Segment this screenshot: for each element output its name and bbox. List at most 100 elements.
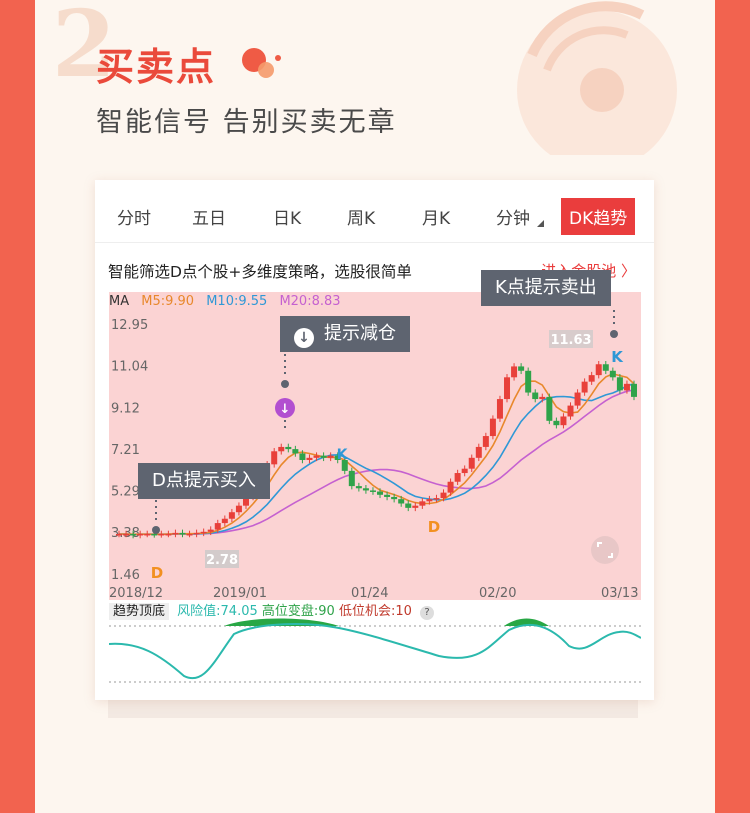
ma-label: MA (109, 294, 130, 309)
candle-body (468, 457, 475, 469)
candle-body (602, 364, 609, 371)
candle-body (172, 532, 179, 535)
candle-body (348, 470, 355, 487)
tab-minute[interactable]: 分时 (117, 204, 151, 229)
candle-body (631, 383, 637, 397)
dropdown-triangle-icon (537, 220, 544, 227)
reduce-pointer-dot (281, 380, 289, 388)
ma20-value: M20:8.83 (279, 294, 341, 309)
candle-body (412, 505, 419, 508)
candle-body (391, 496, 398, 500)
tab-weekly-k[interactable]: 周K (347, 204, 375, 229)
candle-body (193, 532, 200, 535)
candle-body (130, 533, 137, 536)
reduce-callout: ↓ 提示减仓 (280, 316, 410, 352)
stock-chart-card: 分时 五日 日K 周K 月K 分钟 DK趋势 智能筛选D点个股+多维度策略，选股… (95, 180, 654, 700)
candle-body (285, 446, 292, 450)
candle-body (581, 381, 588, 393)
candle-body (123, 533, 130, 536)
candle-body (165, 533, 172, 536)
y-tick-label: 1.46 (111, 568, 140, 583)
candle-body (235, 505, 242, 513)
candle-body (200, 531, 207, 534)
candle-body (377, 491, 384, 495)
candle-body (454, 473, 461, 482)
candle-body (532, 392, 539, 400)
tab-dk-trend[interactable]: DK趋势 (561, 198, 636, 235)
candle-body (623, 383, 630, 391)
satellite-decoration-icon (517, 1, 677, 155)
candle-body (447, 481, 454, 493)
tab-monthly-k[interactable]: 月K (422, 204, 450, 229)
candle-body (489, 418, 496, 437)
candle-body (539, 396, 546, 400)
candle-body (560, 416, 567, 426)
candle-body (398, 499, 405, 504)
candle-body (553, 420, 560, 426)
buy-pointer-dot (152, 526, 160, 534)
d-signal-1: D (151, 564, 163, 582)
candle-body (546, 396, 553, 421)
candle-body (496, 399, 503, 419)
candle-body (221, 518, 228, 524)
candle-body (461, 468, 468, 474)
candle-body (299, 453, 306, 460)
candle-body (151, 533, 158, 536)
candle-body (504, 377, 511, 400)
page-title: 买卖点 (96, 45, 217, 89)
candle-body (518, 366, 525, 371)
candle-body (355, 486, 362, 489)
candle-body (574, 392, 581, 406)
high-price-label: 11.63 (550, 333, 591, 348)
candle-body (511, 366, 518, 378)
card-shadow (108, 700, 638, 718)
candle-body (475, 446, 482, 458)
candle-body (292, 449, 299, 454)
dots-decoration-icon (242, 48, 281, 78)
y-tick-label: 11.04 (111, 360, 148, 375)
low-price-label: 2.78 (206, 553, 238, 568)
candle-body (327, 455, 334, 458)
expand-icon (591, 536, 619, 564)
candle-body (306, 457, 313, 460)
sell-callout: K点提示卖出 (481, 270, 611, 306)
chart-tabs: 分时 五日 日K 周K 月K 分钟 DK趋势 (95, 180, 654, 243)
candle-body (186, 533, 193, 536)
candle-body (405, 503, 412, 508)
y-tick-label: 12.95 (111, 318, 148, 333)
candle-body (228, 512, 235, 519)
tab-five-day[interactable]: 五日 (192, 204, 226, 229)
candle-body (278, 446, 285, 452)
ma-legend: MA M5:9.90 M10:9.55 M20:8.83 (109, 294, 349, 309)
candle-body (482, 436, 489, 447)
candle-body (369, 490, 376, 492)
candle-body (116, 533, 122, 536)
tab-daily-k[interactable]: 日K (273, 204, 301, 229)
x-tick-label: 02/20 (479, 586, 516, 601)
candle-body (616, 377, 623, 391)
buy-callout: D点提示买入 (138, 463, 270, 499)
candle-body (426, 499, 433, 502)
x-tick-label: 03/13 (601, 586, 638, 601)
candle-body (320, 455, 327, 458)
x-tick-label: 2018/12 (109, 586, 163, 601)
y-tick-label: 5.29 (111, 485, 140, 500)
x-tick-label: 2019/01 (213, 586, 267, 601)
indicator-line (109, 623, 641, 680)
ma5-value: M5:9.90 (141, 294, 195, 309)
d-signal-2: D (428, 518, 440, 536)
candle-body (214, 523, 221, 530)
trend-indicator-chart (109, 618, 641, 683)
candle-body (313, 455, 320, 458)
page-subtitle: 智能信号 告别买卖无章 (96, 107, 397, 138)
candle-body (384, 494, 391, 497)
tab-minutes[interactable]: 分钟 (496, 204, 530, 229)
y-tick-label: 9.12 (111, 401, 140, 416)
sell-pointer-dot (610, 330, 618, 338)
k-signal-1: K (337, 447, 349, 463)
candle-body (419, 501, 426, 506)
promo-text: 智能筛选D点个股+多维度策略，选股很简单 (108, 263, 412, 281)
y-tick-label: 7.21 (111, 443, 140, 458)
k-signal-2: K (611, 348, 624, 366)
candle-body (137, 533, 144, 536)
